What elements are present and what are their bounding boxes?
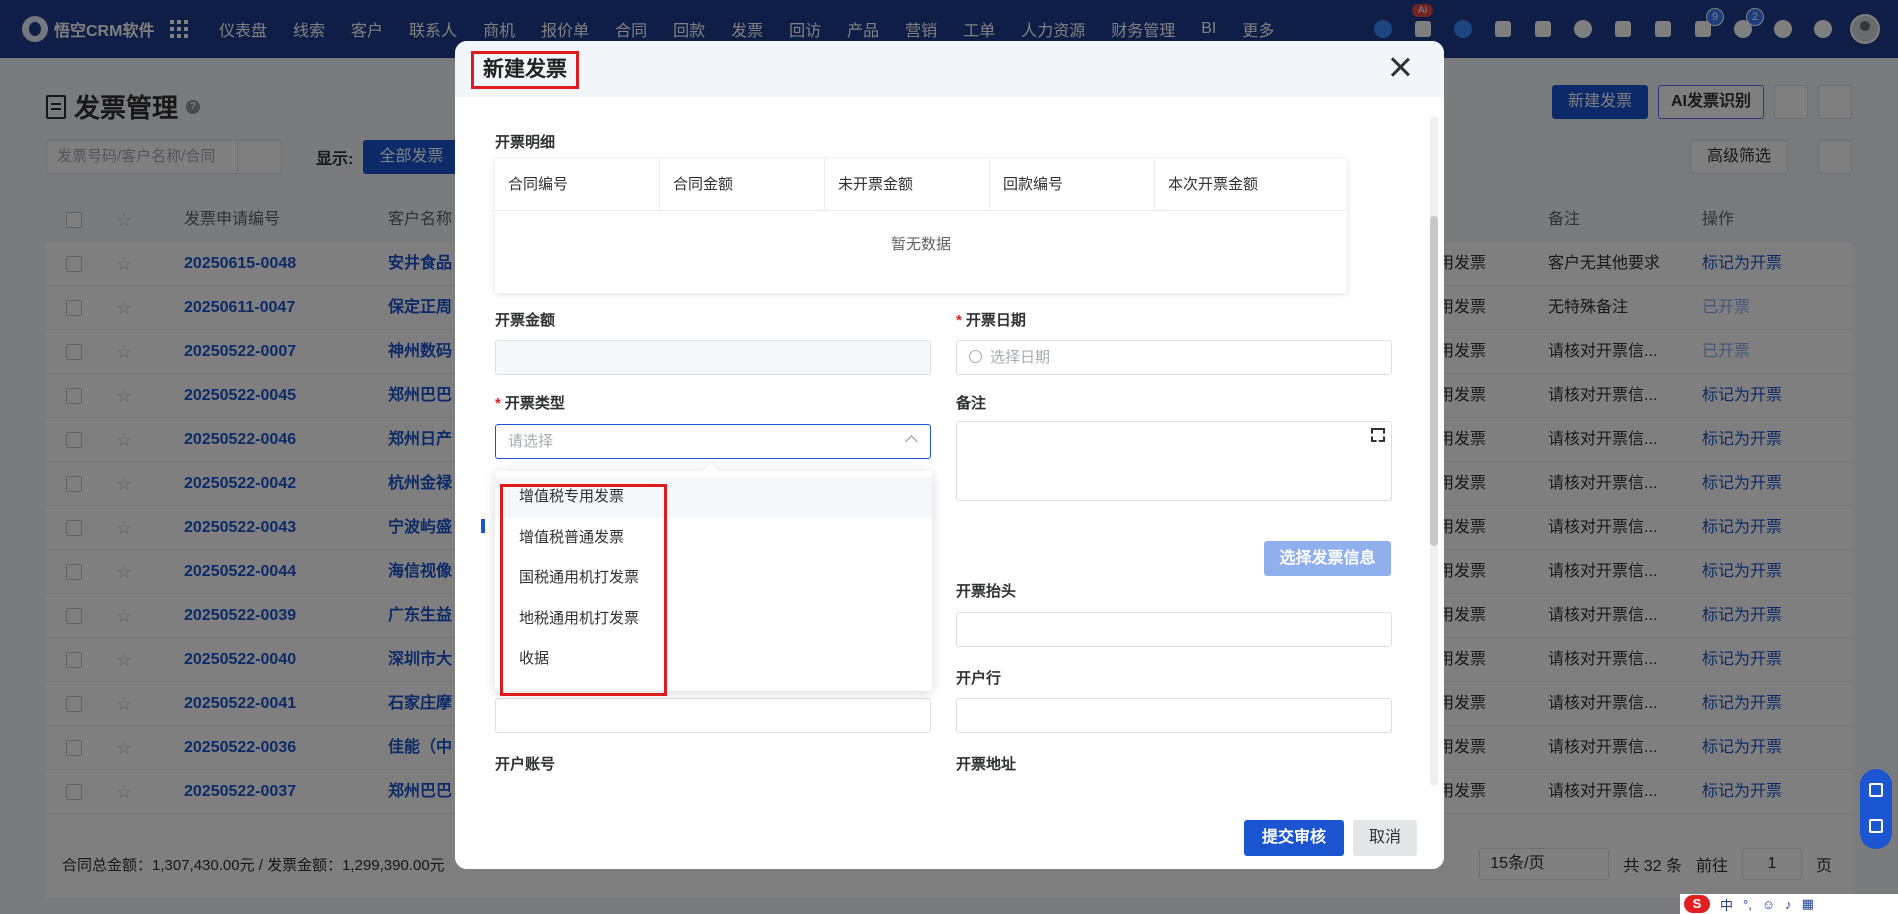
tool-b-icon[interactable] (1869, 819, 1883, 833)
tool-a-icon[interactable] (1869, 783, 1883, 797)
invoice-type-select[interactable]: 请选择 (495, 424, 931, 459)
ime-logo-icon[interactable]: S (1684, 895, 1710, 913)
modal-scrollbar[interactable] (1430, 116, 1438, 786)
amount-label: 开票金额 (495, 312, 556, 329)
title-label: 开票抬头 (956, 583, 1017, 600)
address-label: 开票地址 (956, 756, 1017, 773)
scroll-thumb[interactable] (1430, 216, 1438, 546)
detail-table-header: 合同编号 合同金额 未开票金额 回款编号 本次开票金额 (495, 159, 1347, 211)
bank-label: 开户行 (956, 670, 1002, 687)
type-placeholder: 请选择 (508, 433, 554, 450)
expand-icon[interactable] (1371, 428, 1385, 442)
choose-invoice-info-button[interactable]: 选择发票信息 (1264, 541, 1391, 576)
date-label: * 开票日期 (956, 312, 1026, 329)
detail-empty: 暂无数据 (890, 236, 951, 253)
detail-col-0: 合同编号 (495, 159, 660, 210)
ime-keyboard-icon[interactable]: ▦ (1802, 896, 1814, 912)
date-placeholder: 选择日期 (990, 349, 1051, 366)
submit-review-button[interactable]: 提交审核 (1243, 820, 1344, 856)
modal-footer: 提交审核 取消 (455, 799, 1444, 869)
account-label: 开户账号 (495, 756, 556, 773)
cancel-button[interactable]: 取消 (1352, 820, 1417, 856)
detail-col-2: 未开票金额 (825, 159, 990, 210)
bank-input[interactable] (956, 698, 1392, 733)
invoice-title-input[interactable] (956, 612, 1392, 647)
ime-lang[interactable]: 中 (1720, 895, 1733, 914)
modal-header: 新建发票 (455, 41, 1444, 97)
note-textarea[interactable] (956, 421, 1392, 501)
section-marker (481, 519, 485, 533)
detail-col-1: 合同金额 (660, 159, 825, 210)
left-field-input[interactable] (495, 698, 931, 733)
type-label: * 开票类型 (495, 395, 565, 412)
ime-punct-icon[interactable]: °, (1743, 897, 1752, 912)
close-icon[interactable] (1386, 53, 1414, 81)
chevron-up-icon (905, 435, 918, 448)
dropdown-highlight-box (500, 484, 667, 696)
detail-label: 开票明细 (495, 134, 556, 151)
clock-icon (969, 350, 982, 363)
detail-col-4: 本次开票金额 (1168, 176, 1259, 193)
detail-col-3: 回款编号 (990, 159, 1155, 210)
ime-toolbar: S 中 °, ☺ ♪ ▦ (1680, 894, 1898, 914)
note-label: 备注 (956, 395, 987, 412)
ime-mic-icon[interactable]: ♪ (1785, 897, 1792, 912)
ime-emoji-icon[interactable]: ☺ (1762, 897, 1775, 912)
floating-tools (1860, 769, 1892, 849)
new-invoice-modal: 新建发票 开票明细 合同编号 合同金额 未开票金额 回款编号 本次开票金额 暂无数据 开… (455, 41, 1444, 869)
amount-field (495, 340, 931, 375)
detail-table: 合同编号 合同金额 未开票金额 回款编号 本次开票金额 暂无数据 (495, 159, 1347, 293)
date-picker[interactable]: 选择日期 (956, 340, 1392, 375)
modal-title: 新建发票 (471, 51, 579, 89)
